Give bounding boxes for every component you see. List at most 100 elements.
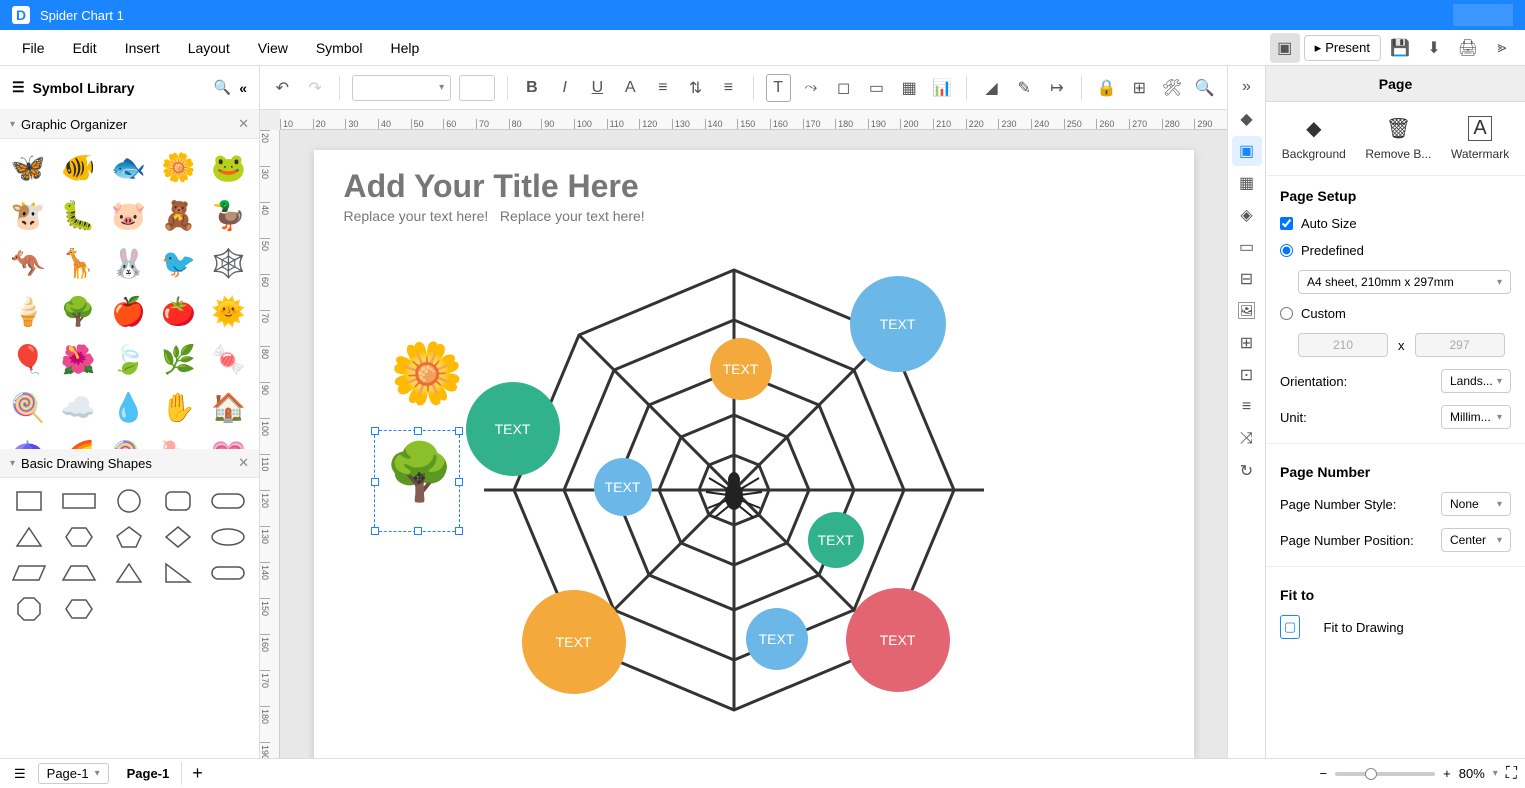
shape-hex2[interactable] — [58, 594, 100, 624]
collapse-icon[interactable]: « — [239, 80, 247, 96]
width-input[interactable]: 210 — [1298, 333, 1388, 357]
shape-circle[interactable] — [108, 486, 150, 516]
symbol-item[interactable]: 🏠 — [209, 387, 249, 427]
chart-button[interactable]: 📊 — [930, 74, 955, 102]
group-button[interactable]: ⊞ — [1127, 74, 1152, 102]
shape-parallelogram[interactable] — [8, 558, 50, 588]
shape-hexagon[interactable] — [58, 522, 100, 552]
pn-style-select[interactable]: None▾ — [1441, 492, 1511, 516]
arrow-style-button[interactable]: ↦ — [1045, 74, 1070, 102]
symbol-item[interactable]: 💗 — [209, 435, 249, 449]
presentation-tab-icon[interactable]: ▭ — [1232, 232, 1262, 262]
symbol-item[interactable]: 🌺 — [58, 339, 98, 379]
menu-insert[interactable]: Insert — [111, 34, 174, 62]
shape-button[interactable]: ◻ — [831, 74, 856, 102]
node-text[interactable]: TEXT — [522, 590, 626, 694]
node-text[interactable]: TEXT — [746, 608, 808, 670]
save-icon-button[interactable]: 💾 — [1385, 33, 1415, 63]
zoom-slider[interactable] — [1335, 772, 1435, 776]
fit-drawing-icon[interactable]: ▢ — [1280, 615, 1300, 639]
menu-help[interactable]: Help — [377, 34, 434, 62]
symbol-item[interactable]: 🧸 — [159, 195, 199, 235]
shape-triangle2[interactable] — [108, 558, 150, 588]
symbol-item[interactable]: 🦒 — [58, 243, 98, 283]
tools-button[interactable]: 🛠 — [1160, 74, 1185, 102]
shuffle-tab-icon[interactable]: ⤨ — [1232, 424, 1262, 454]
predefined-radio[interactable] — [1280, 244, 1293, 257]
node-text[interactable]: TEXT — [808, 512, 864, 568]
shape-stadium[interactable] — [207, 558, 249, 588]
ruler-tab-icon[interactable]: ⊡ — [1232, 360, 1262, 390]
symbol-item[interactable]: 🦘 — [8, 243, 48, 283]
symbol-item[interactable]: 🍬 — [209, 339, 249, 379]
underline-button[interactable]: U — [585, 74, 610, 102]
symbol-item[interactable]: 💧 — [108, 387, 148, 427]
symbol-item[interactable]: 🍦 — [8, 291, 48, 331]
symbol-item[interactable]: 🌼 — [159, 147, 199, 187]
expand-icon[interactable]: » — [1232, 72, 1262, 102]
symbol-item[interactable]: 🐸 — [209, 147, 249, 187]
add-page-button[interactable]: + — [182, 763, 213, 784]
symbol-item[interactable]: 🌳 — [58, 291, 98, 331]
symbol-item[interactable]: 🍡 — [159, 435, 199, 449]
canvas-area[interactable]: Add Your Title Here Replace your text he… — [280, 130, 1227, 758]
watermark-button[interactable]: AWatermark — [1451, 116, 1509, 161]
symbol-item[interactable]: ☂️ — [8, 435, 48, 449]
pages-list-icon[interactable]: ☰ — [8, 766, 32, 782]
tree-tab-icon[interactable]: ⊞ — [1232, 328, 1262, 358]
section-graphic-organizer[interactable]: ▾ Graphic Organizer ✕ — [0, 110, 259, 139]
shape-trapezoid[interactable] — [58, 558, 100, 588]
container-button[interactable]: ▭ — [864, 74, 889, 102]
paper-size-select[interactable]: A4 sheet, 210mm x 297mm▾ — [1298, 270, 1511, 294]
symbol-item[interactable]: 🎈 — [8, 339, 48, 379]
zoom-in-button[interactable]: + — [1443, 766, 1451, 781]
layers-tab-icon[interactable]: ◈ — [1232, 200, 1262, 230]
node-text[interactable]: TEXT — [846, 588, 950, 692]
window-controls[interactable] — [1453, 4, 1513, 26]
symbol-item[interactable]: 🐛 — [58, 195, 98, 235]
font-color-button[interactable]: A — [618, 74, 643, 102]
menu-view[interactable]: View — [244, 34, 302, 62]
shape-ellipse[interactable] — [207, 522, 249, 552]
shape-pentagon[interactable] — [108, 522, 150, 552]
symbol-item[interactable]: 🐦 — [159, 243, 199, 283]
stroke-button[interactable]: ✎ — [1012, 74, 1037, 102]
menu-symbol[interactable]: Symbol — [302, 34, 377, 62]
search-icon[interactable]: 🔍 — [214, 79, 231, 96]
align-left-button[interactable]: ≡ — [651, 74, 676, 102]
shape-rect[interactable] — [58, 486, 100, 516]
zoom-value[interactable]: 80% — [1459, 766, 1485, 781]
symbol-item[interactable]: 🍭 — [8, 387, 48, 427]
lock-button[interactable]: 🔒 — [1094, 74, 1119, 102]
shape-diamond[interactable] — [157, 522, 199, 552]
fit-drawing-label[interactable]: Fit to Drawing — [1324, 620, 1404, 635]
shape-triangle[interactable] — [8, 522, 50, 552]
symbol-item[interactable]: 🦆 — [209, 195, 249, 235]
align-tab-icon[interactable]: ≡ — [1232, 392, 1262, 422]
bold-button[interactable]: B — [520, 74, 545, 102]
shape-octagon[interactable] — [8, 594, 50, 624]
image-tab-icon[interactable]: 🖼 — [1232, 296, 1262, 326]
undo-button[interactable]: ↶ — [270, 74, 295, 102]
text-align-button[interactable]: ≡ — [716, 74, 741, 102]
page-title[interactable]: Add Your Title Here — [344, 168, 639, 205]
fullscreen-button[interactable]: ⛶ — [1506, 765, 1517, 783]
slideshow-icon-button[interactable]: ▣ — [1270, 33, 1300, 63]
present-button[interactable]: ▸ Present — [1304, 35, 1381, 61]
node-text[interactable]: TEXT — [710, 338, 772, 400]
symbol-item[interactable]: 🐟 — [108, 147, 148, 187]
page-tab[interactable]: Page-1 — [115, 762, 183, 785]
data-tab-icon[interactable]: ⊟ — [1232, 264, 1262, 294]
export-icon-button[interactable]: ⬇ — [1419, 33, 1449, 63]
symbol-item[interactable]: 🍅 — [159, 291, 199, 331]
line-spacing-button[interactable]: ⇅ — [683, 74, 708, 102]
symbol-item[interactable]: ☁️ — [58, 387, 98, 427]
page-select[interactable]: Page-1▾ — [38, 763, 109, 784]
fill-tab-icon[interactable]: ◆ — [1232, 104, 1262, 134]
font-size-select[interactable] — [459, 75, 495, 101]
fill-button[interactable]: ◢ — [979, 74, 1004, 102]
height-input[interactable]: 297 — [1415, 333, 1505, 357]
page[interactable]: Add Your Title Here Replace your text he… — [314, 150, 1194, 758]
search-button[interactable]: 🔍 — [1192, 74, 1217, 102]
menu-edit[interactable]: Edit — [59, 34, 111, 62]
